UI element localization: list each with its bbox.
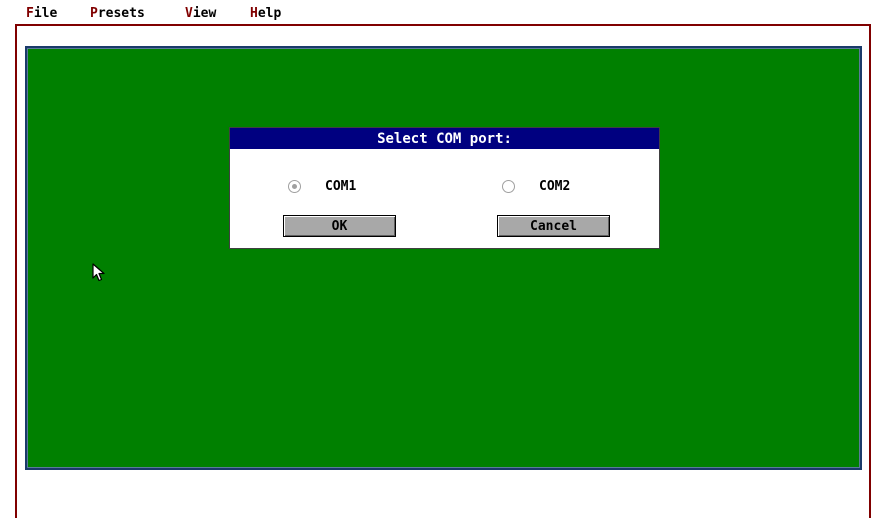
screen: File Presets View Help Select COM port: … [0, 0, 874, 518]
menu-presets-hotkey: P [90, 6, 98, 21]
menu-file[interactable]: File [26, 7, 57, 21]
com2-label: COM2 [539, 179, 571, 194]
menu-help-hotkey: H [250, 6, 258, 21]
cancel-button[interactable]: Cancel [497, 215, 610, 237]
com1-radio[interactable] [288, 180, 301, 193]
menu-view[interactable]: View [185, 7, 216, 21]
dialog-title: Select COM port: [230, 128, 659, 149]
menu-help-label: elp [257, 6, 282, 21]
desktop-area [25, 46, 862, 470]
menu-bar: File Presets View Help [0, 0, 874, 24]
menu-file-label: ile [33, 6, 58, 21]
com1-option[interactable]: COM1 [288, 180, 408, 196]
com2-radio[interactable] [502, 180, 515, 193]
ok-button[interactable]: OK [283, 215, 396, 237]
menu-presets[interactable]: Presets [90, 7, 145, 21]
com1-label: COM1 [325, 179, 357, 194]
mouse-pointer-icon [92, 263, 105, 282]
select-com-port-dialog: Select COM port: COM1 COM2 OK Cancel [229, 127, 660, 249]
menu-view-label: iew [192, 6, 217, 21]
com2-option[interactable]: COM2 [502, 180, 622, 196]
menu-presets-label: resets [97, 6, 145, 21]
menu-view-hotkey: V [185, 6, 193, 21]
menu-file-hotkey: F [26, 6, 34, 21]
menu-help[interactable]: Help [250, 7, 281, 21]
